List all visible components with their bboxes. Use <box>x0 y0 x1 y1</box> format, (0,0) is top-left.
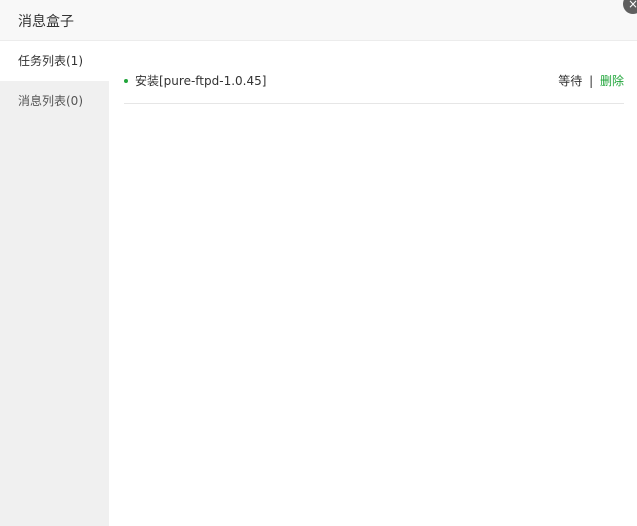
tab-task-list-label: 任务列表(1) <box>18 54 83 68</box>
sidebar: 任务列表(1) 消息列表(0) <box>0 41 109 526</box>
action-separator: | <box>589 74 594 88</box>
tab-message-list-label: 消息列表(0) <box>18 94 83 108</box>
task-actions: 等待 | 删除 <box>558 72 624 89</box>
dialog-title: 消息盒子 <box>18 14 74 30</box>
status-dot-icon <box>124 79 128 83</box>
task-list-panel: 安装[pure-ftpd-1.0.45] 等待 | 删除 <box>109 41 637 526</box>
task-row: 安装[pure-ftpd-1.0.45] 等待 | 删除 <box>124 65 624 104</box>
task-status: 等待 <box>558 74 583 88</box>
tab-message-list[interactable]: 消息列表(0) <box>0 81 109 121</box>
task-name: 安装[pure-ftpd-1.0.45] <box>135 74 267 88</box>
delete-task-link[interactable]: 删除 <box>600 74 624 88</box>
message-box-dialog: 消息盒子 × 任务列表(1) 消息列表(0) 安装[pure-ftpd-1.0.… <box>0 0 637 526</box>
dialog-titlebar: 消息盒子 <box>0 0 637 41</box>
tab-task-list[interactable]: 任务列表(1) <box>0 41 109 81</box>
